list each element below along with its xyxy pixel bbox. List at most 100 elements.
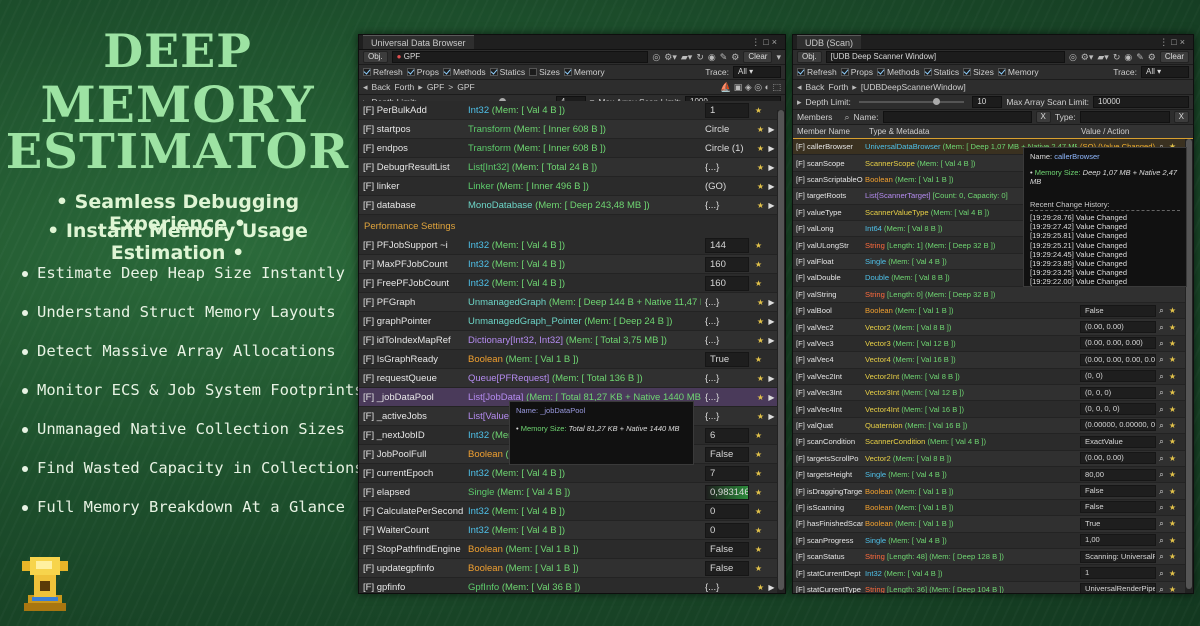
- search-icon[interactable]: ⌕: [1156, 584, 1167, 593]
- tab-universal-data-browser[interactable]: Universal Data Browser: [363, 35, 474, 49]
- star-icon[interactable]: ★: [1167, 453, 1178, 464]
- member-value[interactable]: (0, 0): [1080, 370, 1156, 383]
- search-icon[interactable]: ⌕: [1156, 453, 1167, 464]
- member-value[interactable]: (0.00, 0.00, 0.00): [1080, 337, 1156, 350]
- search-icon[interactable]: ⌕: [1156, 436, 1167, 447]
- menu-icon[interactable]: ⋮: [751, 37, 763, 47]
- obj-button[interactable]: Obj.: [363, 51, 388, 63]
- search-icon[interactable]: ⌕: [1156, 354, 1167, 365]
- obj-button[interactable]: Obj.: [797, 51, 822, 63]
- target-icon[interactable]: ◎: [1069, 52, 1077, 63]
- search-icon[interactable]: ⌕: [1156, 371, 1167, 382]
- eye-icon[interactable]: ◉: [708, 52, 716, 63]
- toggle-props[interactable]: Props: [406, 67, 439, 77]
- trace-dropdown[interactable]: All ▾: [733, 66, 781, 78]
- star-icon[interactable]: ★: [755, 200, 766, 211]
- open-arrow-icon[interactable]: ▶: [766, 316, 777, 327]
- open-arrow-icon[interactable]: ▶: [766, 143, 777, 154]
- member-value[interactable]: UniversalRenderPipeli: [1080, 583, 1156, 593]
- table-row[interactable]: [F] elapsed Single (Mem: [ Val 4 B ]) 0,98…: [359, 483, 785, 502]
- forth-arrow-icon[interactable]: ▸: [418, 82, 423, 93]
- member-value[interactable]: (0.00, 0.00): [1080, 321, 1156, 334]
- star-icon[interactable]: ★: [755, 143, 766, 154]
- table-row[interactable]: [F] PFJobSupport ~i Int32 (Mem: [ Val 4 B…: [359, 236, 785, 255]
- clear-button[interactable]: Clear: [1159, 51, 1189, 63]
- search-icon[interactable]: ⌕: [1156, 486, 1167, 497]
- member-value[interactable]: 160: [705, 275, 749, 291]
- object-field[interactable]: [UDB Deep Scanner Window]: [825, 51, 1065, 63]
- toggle-sizes[interactable]: Sizes: [529, 67, 560, 77]
- toolbar-icons[interactable]: ⛵ ▣ ◈ ◎ ◐ ⬚: [720, 82, 781, 93]
- table-row[interactable]: [F] statCurrentDept Int32 (Mem: [ Val 4 B…: [793, 565, 1193, 582]
- star-icon[interactable]: ★: [1167, 469, 1178, 480]
- member-value[interactable]: True: [705, 351, 749, 367]
- checkbox[interactable]: [563, 68, 572, 76]
- star-icon[interactable]: ★: [755, 582, 766, 593]
- header-type-metadata[interactable]: Type & Metadata: [865, 127, 1077, 136]
- table-row[interactable]: [F] valVec3 Vector3 (Mem: [ Val 12 B ]) (0…: [793, 335, 1193, 353]
- star-icon[interactable]: ★: [755, 335, 766, 346]
- open-arrow-icon[interactable]: ▶: [766, 373, 777, 384]
- star-icon[interactable]: ★: [1167, 322, 1178, 333]
- breadcrumb-item-2[interactable]: GPF: [457, 82, 474, 92]
- table-row[interactable]: [F] scanProgress Single (Mem: [ Val 4 B ]…: [793, 532, 1193, 549]
- name-filter-clear-button[interactable]: X: [1035, 111, 1051, 123]
- star-icon[interactable]: ★: [753, 468, 764, 479]
- table-row[interactable]: [F] PerBulkAdd Int32 (Mem: [ Val 4 B ]) 1 ★: [359, 101, 785, 120]
- star-icon[interactable]: ★: [755, 162, 766, 173]
- eye-icon[interactable]: ◉: [1124, 52, 1132, 63]
- star-icon[interactable]: ★: [1167, 338, 1178, 349]
- member-value[interactable]: False: [705, 560, 749, 576]
- open-arrow-icon[interactable]: ▶: [766, 392, 777, 403]
- folder-icon[interactable]: ▰▾: [681, 52, 692, 63]
- table-row[interactable]: [F] startpos Transform (Mem: [ Inner 608 …: [359, 120, 785, 139]
- table-row[interactable]: [F] valBool Boolean (Mem: [ Val 1 B ]) Fal…: [793, 303, 1193, 320]
- forth-button[interactable]: Forth: [828, 82, 848, 92]
- member-value[interactable]: ExactValue: [1080, 435, 1156, 448]
- target-icon[interactable]: ◎: [652, 52, 660, 63]
- search-icon[interactable]: ⌕: [1156, 551, 1167, 562]
- star-icon[interactable]: ★: [753, 487, 764, 498]
- search-icon[interactable]: ⌕: [1156, 568, 1167, 579]
- back-arrow-icon[interactable]: ◂: [797, 82, 802, 93]
- scrollbar[interactable]: [777, 110, 785, 593]
- open-arrow-icon[interactable]: ▶: [766, 297, 777, 308]
- star-icon[interactable]: ★: [1167, 436, 1178, 447]
- search-icon[interactable]: ⌕: [1156, 305, 1167, 316]
- type-filter-clear-button[interactable]: X: [1173, 111, 1189, 123]
- trace-dropdown[interactable]: All ▾: [1141, 66, 1189, 78]
- table-row[interactable]: [F] scanStatus String [Length: 48] (Mem: …: [793, 549, 1193, 566]
- maximize-icon[interactable]: □: [763, 37, 771, 47]
- member-value[interactable]: 144: [705, 237, 749, 253]
- member-value[interactable]: 0,983146: [705, 484, 749, 500]
- gear-icon[interactable]: ⚙: [731, 52, 739, 63]
- table-row[interactable]: [F] hasFinishedScan Boolean (Mem: [ Val 1…: [793, 516, 1193, 533]
- star-icon[interactable]: ★: [1167, 404, 1178, 415]
- clear-button[interactable]: Clear: [743, 51, 773, 63]
- search-icon[interactable]: ⌕: [1156, 518, 1167, 529]
- star-icon[interactable]: ★: [1167, 371, 1178, 382]
- member-value[interactable]: Scanning: UniversalRe: [1080, 550, 1156, 563]
- checkbox[interactable]: [406, 68, 415, 76]
- breadcrumb-item[interactable]: [UDBDeepScannerWindow]: [861, 82, 966, 92]
- depth-slider[interactable]: [858, 98, 965, 105]
- checkbox[interactable]: [363, 68, 371, 76]
- star-icon[interactable]: ★: [753, 240, 764, 251]
- star-icon[interactable]: ★: [753, 430, 764, 441]
- pin-icon[interactable]: ✎: [1136, 52, 1144, 63]
- table-row[interactable]: [F] idToIndexMapRef Dictionary[Int32, Int…: [359, 331, 785, 350]
- table-row[interactable]: [F] valVec2 Vector2 (Mem: [ Val 8 B ]) (0.…: [793, 319, 1193, 336]
- table-row[interactable]: [F] DebugrResultList List[Int32] (Mem: [ …: [359, 158, 785, 177]
- settings-icon[interactable]: ⚙▾: [1081, 52, 1094, 63]
- search-icon[interactable]: ⌕: [1156, 404, 1167, 415]
- member-value[interactable]: (0.00, 0.00): [1080, 452, 1156, 465]
- star-icon[interactable]: ★: [1167, 518, 1178, 529]
- star-icon[interactable]: ★: [755, 124, 766, 135]
- member-value[interactable]: False: [705, 446, 749, 462]
- star-icon[interactable]: ★: [753, 278, 764, 289]
- member-value[interactable]: (0.00, 0.00, 0.00, 0.00): [1080, 353, 1156, 366]
- table-row[interactable]: [F] gpfinfo GpfInfo (Mem: [ Val 36 B ]) {.…: [359, 578, 785, 593]
- open-arrow-icon[interactable]: ▶: [766, 411, 777, 422]
- open-arrow-icon[interactable]: ▶: [766, 200, 777, 211]
- member-value[interactable]: False: [1080, 485, 1156, 498]
